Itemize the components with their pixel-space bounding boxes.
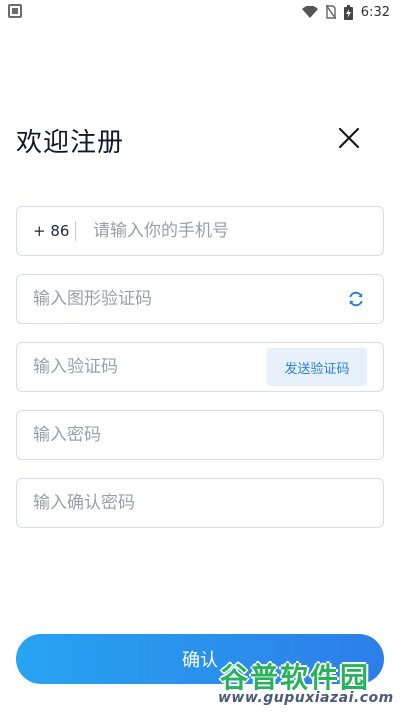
confirm-password-field — [16, 478, 384, 528]
sms-code-field: 发送验证码 — [16, 342, 384, 392]
notification-a-icon — [8, 4, 22, 18]
wifi-icon — [301, 6, 318, 18]
phone-input[interactable] — [93, 207, 363, 255]
captcha-input[interactable] — [33, 275, 253, 323]
confirm-password-input[interactable] — [33, 479, 253, 527]
phone-field: + 86 — [16, 206, 384, 256]
refresh-icon[interactable] — [347, 290, 365, 308]
battery-charging-icon — [343, 4, 353, 20]
password-input[interactable] — [33, 411, 253, 459]
captcha-field — [16, 274, 384, 324]
confirm-button[interactable]: 确认 — [16, 634, 384, 684]
status-bar-right: 6:32 — [301, 3, 390, 21]
watermark-url: www.gupuxiazai.com — [218, 690, 394, 706]
status-bar: 6:32 — [0, 0, 400, 24]
password-field — [16, 410, 384, 460]
sms-code-input[interactable] — [33, 343, 253, 391]
status-time: 6:32 — [360, 4, 390, 20]
page-title: 欢迎注册 — [16, 128, 125, 158]
close-icon[interactable] — [336, 125, 362, 151]
country-code[interactable]: + 86 — [33, 207, 69, 255]
send-code-button[interactable]: 发送验证码 — [267, 348, 367, 386]
divider — [75, 221, 76, 241]
no-sim-icon — [325, 5, 336, 19]
